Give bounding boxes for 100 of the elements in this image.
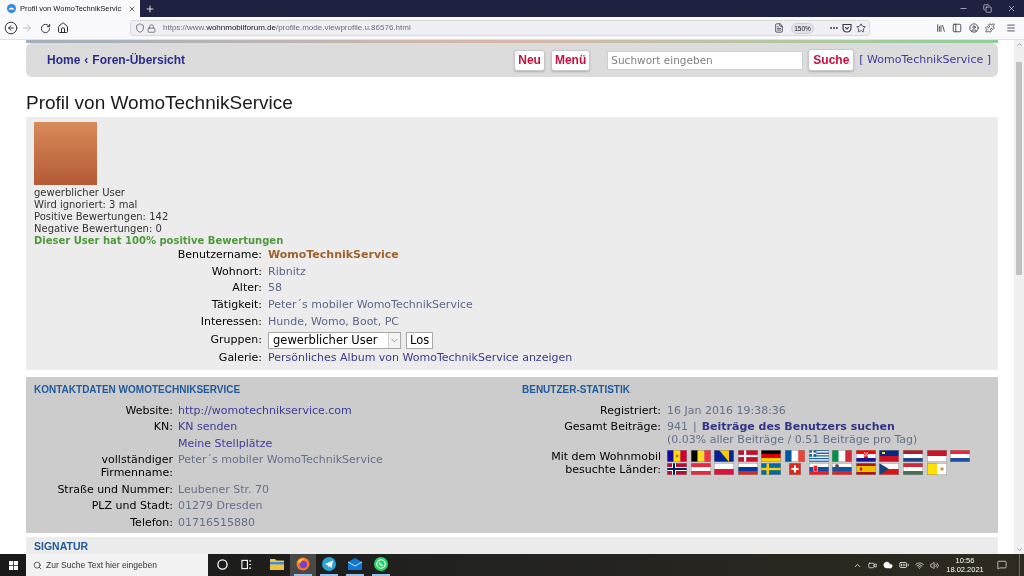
czechia-flag-icon xyxy=(879,463,900,476)
stat-label: Registriert: xyxy=(599,402,661,419)
field-label: Wohnort: xyxy=(210,263,262,280)
contact-link[interactable]: Meine Stellplätze xyxy=(178,435,273,452)
taskbar-search-field[interactable]: Zur Suche Text hier eingeben xyxy=(26,554,208,576)
scrollbar[interactable] xyxy=(1014,40,1024,554)
camera-icon[interactable] xyxy=(868,560,877,570)
library-icon[interactable] xyxy=(936,23,946,33)
menu-icon[interactable] xyxy=(1006,23,1016,33)
task-view-icon[interactable] xyxy=(240,558,252,570)
search-button[interactable]: Suche xyxy=(808,49,855,71)
field-label: Tätigkeit: xyxy=(210,297,262,314)
folder-icon[interactable] xyxy=(270,558,284,570)
search-field[interactable]: Suchwort eingeben xyxy=(607,50,804,70)
sidebar-icon[interactable] xyxy=(952,23,962,33)
link-separator: | xyxy=(693,418,697,434)
contact-link[interactable]: http://womotechnikservice.com xyxy=(178,402,352,419)
posts-ratio-note: (0.03% aller Beiträge / 0.51 Beiträge pro Tag) xyxy=(667,433,918,446)
paper-plane-app-icon[interactable] xyxy=(322,557,336,571)
circle-icon[interactable] xyxy=(216,558,228,570)
battery-icon[interactable] xyxy=(899,560,909,570)
lock-icon[interactable] xyxy=(147,23,156,33)
search-posts-link[interactable]: Beiträge des Benutzers suchen xyxy=(701,418,895,434)
save-icon[interactable] xyxy=(842,23,852,33)
close-tab-icon[interactable] xyxy=(128,4,136,13)
group-select[interactable]: gewerblicher User xyxy=(268,331,401,349)
germany-flag-icon xyxy=(761,450,782,463)
sweden-flag-icon xyxy=(761,463,782,476)
contact-link[interactable]: KN senden xyxy=(178,418,238,435)
extension-icon[interactable] xyxy=(985,23,995,33)
russia-flag-icon xyxy=(737,463,758,476)
registered-date: 16 Jan 2016 19:38:36 xyxy=(667,402,786,419)
scrollbar-thumb[interactable] xyxy=(1016,62,1022,275)
home-icon[interactable] xyxy=(57,22,69,34)
url-text[interactable]: https://www.wohnmobilforum.de/profile.mode.viewprofile.u.86576.html xyxy=(163,22,411,34)
contact-label: Telefon: xyxy=(129,514,173,531)
windows-start-icon[interactable] xyxy=(8,560,18,570)
post-count: 941 xyxy=(667,418,688,434)
contact-value: 01716515880 xyxy=(178,514,255,531)
profile-summary-line: gewerblicher User xyxy=(34,187,125,199)
croatia-flag-icon xyxy=(855,450,876,463)
back-icon[interactable] xyxy=(4,21,18,35)
field-label: Benutzername: xyxy=(176,247,262,263)
contact-value: 01279 Dresden xyxy=(178,498,263,514)
breadcrumb-separator: ‹ xyxy=(84,52,89,69)
browser-app-icon[interactable] xyxy=(296,557,310,571)
denmark-flag-icon xyxy=(737,450,758,463)
shield-icon[interactable] xyxy=(135,23,145,33)
contact-label: vollständiger Firmenname: xyxy=(99,452,173,481)
profile-summary-line: Negative Bewertungen: 0 xyxy=(34,223,162,235)
wifi-icon[interactable] xyxy=(915,560,924,570)
restore-icon[interactable] xyxy=(983,4,992,13)
rating-note: Dieser User hat 100% positive Bewertungen xyxy=(34,235,284,247)
nav-button[interactable]: Neu xyxy=(514,49,545,71)
switzerland-flag-icon xyxy=(788,463,801,476)
field-value: Hunde, Womo, Boot, PC xyxy=(268,313,399,330)
field-value: 58 xyxy=(268,280,282,297)
luxembourg-flag-icon xyxy=(950,450,971,463)
mail-icon[interactable] xyxy=(348,558,362,570)
site-logo-icon xyxy=(7,4,16,13)
reader-view-icon[interactable] xyxy=(774,23,784,33)
notifications-icon[interactable] xyxy=(997,560,1007,570)
section-heading: BENUTZER-STATISTIK xyxy=(522,383,630,397)
volume-icon[interactable] xyxy=(930,560,939,570)
close-window-icon[interactable] xyxy=(1007,4,1016,13)
contact-label: PLZ und Stadt: xyxy=(90,498,173,514)
poland-flag-icon xyxy=(714,463,735,476)
austria-flag-icon xyxy=(690,463,711,476)
account-link[interactable]: [ WomoTechnikService ] xyxy=(859,51,991,69)
contact-value: Peter´s mobiler WomoTechnikService xyxy=(178,452,383,469)
search-icon xyxy=(33,560,42,570)
field-label: Galerie: xyxy=(217,350,262,367)
breadcrumb-link[interactable]: Home xyxy=(47,51,81,69)
reload-icon[interactable] xyxy=(40,22,51,34)
field-value: Peter´s mobiler WomoTechnikService xyxy=(268,297,473,314)
bookmark-star-icon[interactable] xyxy=(856,23,866,33)
nav-button[interactable]: Menü xyxy=(550,49,591,71)
field-link[interactable]: Persönliches Album von WomoTechnikService anzeigen xyxy=(268,350,573,368)
go-button[interactable]: Los xyxy=(406,331,434,349)
username-value: WomoTechnikService xyxy=(268,247,399,263)
field-label: Interessen: xyxy=(199,313,262,330)
cloud-icon[interactable] xyxy=(883,560,893,570)
contact-value: Leubener Str. 70 xyxy=(178,481,269,498)
page-title: Profil von WomoTechnikService xyxy=(26,91,293,115)
bosnia-flag-icon xyxy=(714,450,735,463)
contact-label: KN: xyxy=(152,419,173,435)
belgium-flag-icon xyxy=(690,450,711,463)
breadcrumb-link[interactable]: Foren-Übersicht xyxy=(92,51,186,69)
chat-phone-app-icon[interactable] xyxy=(374,557,388,571)
netherlands-flag-icon xyxy=(902,450,923,463)
norway-flag-icon xyxy=(667,463,687,476)
slovakia-flag-icon xyxy=(808,463,829,476)
account-icon[interactable] xyxy=(969,23,979,33)
field-value: Ribnitz xyxy=(268,263,306,280)
greece-flag-icon xyxy=(808,450,829,463)
hungary-flag-icon xyxy=(902,463,923,476)
monaco-flag-icon xyxy=(926,450,947,463)
andorra-flag-icon xyxy=(667,450,687,463)
new-tab-icon[interactable] xyxy=(145,3,155,14)
stat-label: Mit dem Wohnmobil besuchte Länder: xyxy=(550,449,661,476)
